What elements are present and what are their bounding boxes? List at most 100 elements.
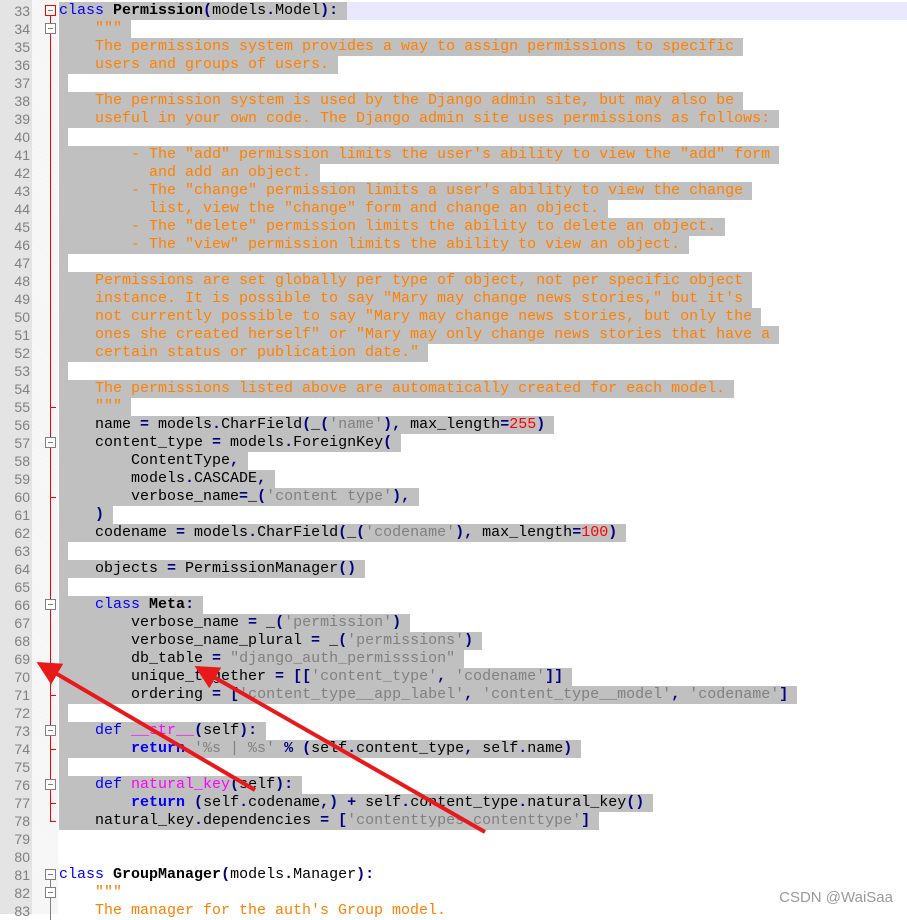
code-line[interactable]: 45 - The "delete" permission limits the … bbox=[0, 218, 907, 236]
code-line[interactable]: 83 The manager for the auth's Group mode… bbox=[0, 902, 907, 920]
code-text[interactable]: - The "view" permission limits the abili… bbox=[59, 236, 690, 254]
code-text[interactable] bbox=[59, 74, 68, 92]
code-line[interactable]: 69 db_table = "django_auth_permisssion" bbox=[0, 650, 907, 668]
code-line[interactable]: 40 bbox=[0, 128, 907, 146]
code-text[interactable]: class Meta: bbox=[59, 596, 204, 614]
code-text[interactable]: verbose_name_plural = _('permissions') bbox=[59, 632, 483, 650]
code-text[interactable]: verbose_name = _('permission') bbox=[59, 614, 411, 632]
code-text[interactable] bbox=[59, 128, 68, 146]
code-text[interactable]: useful in your own code. The Django admi… bbox=[59, 110, 780, 128]
code-text[interactable]: def __str__(self): bbox=[59, 722, 267, 740]
code-text[interactable]: objects = PermissionManager() bbox=[59, 560, 366, 578]
code-text[interactable]: content_type = models.ForeignKey( bbox=[59, 434, 402, 452]
code-line[interactable]: 49 instance. It is possible to say "Mary… bbox=[0, 290, 907, 308]
fold-collapse-icon[interactable] bbox=[45, 434, 57, 452]
code-text[interactable]: instance. It is possible to say "Mary ma… bbox=[59, 290, 753, 308]
code-line[interactable]: 46 - The "view" permission limits the ab… bbox=[0, 236, 907, 254]
code-text[interactable]: The permissions listed above are automat… bbox=[59, 380, 735, 398]
code-line[interactable]: 54 The permissions listed above are auto… bbox=[0, 380, 907, 398]
code-line[interactable]: 36 users and groups of users. bbox=[0, 56, 907, 74]
code-text[interactable]: """ bbox=[59, 20, 132, 38]
code-text[interactable] bbox=[59, 758, 68, 776]
code-line[interactable]: 35 The permissions system provides a way… bbox=[0, 38, 907, 56]
code-line[interactable]: 58 ContentType, bbox=[0, 452, 907, 470]
code-text[interactable]: ones she created herself" or "Mary may o… bbox=[59, 326, 780, 344]
code-text[interactable]: ) bbox=[59, 506, 114, 524]
code-line[interactable]: 59 models.CASCADE, bbox=[0, 470, 907, 488]
fold-collapse-icon[interactable] bbox=[45, 596, 57, 614]
code-line[interactable]: 79 bbox=[0, 830, 907, 848]
code-text[interactable]: """ bbox=[59, 398, 132, 416]
code-text[interactable]: unique_together = [['content_type', 'cod… bbox=[59, 668, 573, 686]
code-text[interactable]: verbose_name=_('content type'), bbox=[59, 488, 420, 506]
code-line[interactable]: 75 bbox=[0, 758, 907, 776]
code-text[interactable]: certain status or publication date." bbox=[59, 344, 429, 362]
code-line[interactable]: 61 ) bbox=[0, 506, 907, 524]
code-line[interactable]: 64 objects = PermissionManager() bbox=[0, 560, 907, 578]
code-text[interactable]: return (self.codename,) + self.content_t… bbox=[59, 794, 654, 812]
code-line[interactable]: 34 """ bbox=[0, 20, 907, 38]
code-line[interactable]: 41 - The "add" permission limits the use… bbox=[0, 146, 907, 164]
code-line[interactable]: 70 unique_together = [['content_type', '… bbox=[0, 668, 907, 686]
code-text[interactable]: def natural_key(self): bbox=[59, 776, 303, 794]
code-line[interactable]: 57 content_type = models.ForeignKey( bbox=[0, 434, 907, 452]
code-text[interactable]: The permission system is used by the Dja… bbox=[59, 92, 744, 110]
code-text[interactable]: not currently possible to say "Mary may … bbox=[59, 308, 762, 326]
code-line[interactable]: 51 ones she created herself" or "Mary ma… bbox=[0, 326, 907, 344]
code-line[interactable]: 62 codename = models.CharField(_('codena… bbox=[0, 524, 907, 542]
code-line[interactable]: 74 return '%s | %s' % (self.content_type… bbox=[0, 740, 907, 758]
code-text[interactable] bbox=[59, 578, 68, 596]
code-line[interactable]: 33 class Permission(models.Model): bbox=[0, 2, 907, 20]
code-line[interactable]: 71 ordering = ['content_type__app_label'… bbox=[0, 686, 907, 704]
code-line[interactable]: 38 The permission system is used by the … bbox=[0, 92, 907, 110]
code-text[interactable]: The permissions system provides a way to… bbox=[59, 38, 744, 56]
fold-collapse-icon[interactable] bbox=[45, 884, 57, 902]
fold-collapse-icon[interactable] bbox=[45, 722, 57, 740]
code-line[interactable]: 78 natural_key.dependencies = ['contentt… bbox=[0, 812, 907, 830]
code-text[interactable]: name = models.CharField(_('name'), max_l… bbox=[59, 416, 555, 434]
code-line[interactable]: 77 return (self.codename,) + self.conten… bbox=[0, 794, 907, 812]
code-text[interactable]: and add an object. bbox=[59, 164, 321, 182]
code-line[interactable]: 43 - The "change" permission limits a us… bbox=[0, 182, 907, 200]
code-line[interactable]: 60 verbose_name=_('content type'), bbox=[0, 488, 907, 506]
fold-collapse-icon[interactable] bbox=[45, 866, 57, 884]
code-text[interactable]: Permissions are set globally per type of… bbox=[59, 272, 753, 290]
code-line[interactable]: 39 useful in your own code. The Django a… bbox=[0, 110, 907, 128]
code-text[interactable]: class GroupManager(models.Manager): bbox=[59, 866, 374, 884]
code-text[interactable]: codename = models.CharField(_('codename'… bbox=[59, 524, 627, 542]
code-line[interactable]: 66 class Meta: bbox=[0, 596, 907, 614]
code-line[interactable]: 68 verbose_name_plural = _('permissions'… bbox=[0, 632, 907, 650]
code-line[interactable]: 73 def __str__(self): bbox=[0, 722, 907, 740]
code-text[interactable]: natural_key.dependencies = ['contenttype… bbox=[59, 812, 600, 830]
code-line[interactable]: 65 bbox=[0, 578, 907, 596]
code-text[interactable]: list, view the "change" form and change … bbox=[59, 200, 609, 218]
code-text[interactable]: ContentType, bbox=[59, 452, 249, 470]
code-text[interactable] bbox=[59, 362, 68, 380]
code-line[interactable]: 63 bbox=[0, 542, 907, 560]
code-text[interactable] bbox=[59, 254, 68, 272]
code-text[interactable] bbox=[59, 542, 68, 560]
code-line[interactable]: 81 class GroupManager(models.Manager): bbox=[0, 866, 907, 884]
code-line[interactable]: 56 name = models.CharField(_('name'), ma… bbox=[0, 416, 907, 434]
fold-collapse-icon[interactable] bbox=[45, 20, 57, 38]
code-line[interactable]: 80 bbox=[0, 848, 907, 866]
code-text[interactable]: The manager for the auth's Group model. bbox=[59, 902, 446, 920]
code-text[interactable] bbox=[59, 704, 68, 722]
code-text[interactable]: class Permission(models.Model): bbox=[59, 2, 348, 20]
code-line[interactable]: 52 certain status or publication date." bbox=[0, 344, 907, 362]
code-line[interactable]: 72 bbox=[0, 704, 907, 722]
fold-collapse-icon[interactable] bbox=[45, 2, 57, 20]
code-line[interactable]: 37 bbox=[0, 74, 907, 92]
code-line[interactable]: 76 def natural_key(self): bbox=[0, 776, 907, 794]
fold-collapse-icon[interactable] bbox=[45, 776, 57, 794]
code-text[interactable]: """ bbox=[59, 884, 122, 902]
code-line[interactable]: 53 bbox=[0, 362, 907, 380]
code-text[interactable]: return '%s | %s' % (self.content_type, s… bbox=[59, 740, 582, 758]
code-line[interactable]: 82 """ bbox=[0, 884, 907, 902]
code-text[interactable]: db_table = "django_auth_permisssion" bbox=[59, 650, 465, 668]
code-text[interactable]: - The "delete" permission limits the abi… bbox=[59, 218, 726, 236]
code-text[interactable]: ordering = ['content_type__app_label', '… bbox=[59, 686, 798, 704]
code-text[interactable]: - The "change" permission limits a user'… bbox=[59, 182, 753, 200]
code-text[interactable]: users and groups of users. bbox=[59, 56, 339, 74]
code-line[interactable]: 50 not currently possible to say "Mary m… bbox=[0, 308, 907, 326]
